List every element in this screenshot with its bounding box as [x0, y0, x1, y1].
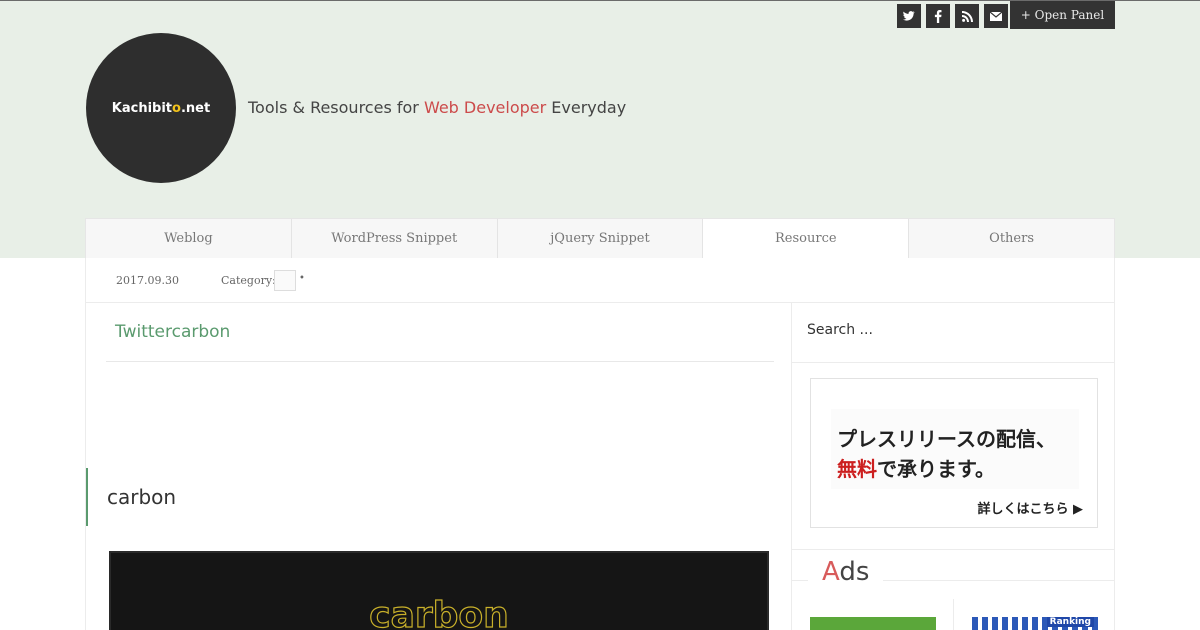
banner-line-2-rest: で承ります。 [877, 457, 995, 481]
category-label: Category: [221, 274, 276, 287]
tagline-highlight: Web Developer [423, 98, 547, 117]
ads-top-divider [792, 549, 1114, 550]
site-logo[interactable]: Kachibit o .net [86, 33, 236, 183]
category-badge[interactable] [274, 270, 296, 291]
site-tagline: Tools & Resources for Web Developer Ever… [248, 98, 626, 117]
ads-heading-initial: A [822, 557, 840, 587]
nav-tab-jquery-snippet[interactable]: jQuery Snippet [498, 219, 704, 258]
content-container: 2017.09.30 Category: • Twittercarbon car… [85, 258, 1115, 630]
sidebar: Search ... プレスリリースの配信、 無料で承ります。 詳しくはこちら … [792, 303, 1114, 630]
ads-column-divider [953, 599, 954, 630]
ads-heading-rest: ds [839, 557, 870, 587]
ads-heading: Ads [808, 557, 884, 587]
twitter-icon[interactable] [897, 4, 921, 28]
banner-line-2-highlight: 無料 [837, 457, 877, 481]
open-panel-button[interactable]: + Open Panel [1010, 1, 1115, 29]
mail-icon[interactable] [984, 4, 1008, 28]
logo-text-prefix: Kachibit [111, 100, 173, 116]
nav-tab-weblog[interactable]: Weblog [86, 219, 292, 258]
press-release-banner[interactable]: プレスリリースの配信、 無料で承ります。 詳しくはこちら ▶ [810, 378, 1098, 528]
post-title[interactable]: Twittercarbon [106, 320, 774, 362]
nav-tab-wordpress-snippet[interactable]: WordPress Snippet [292, 219, 498, 258]
post-screenshot[interactable]: carbon [109, 551, 769, 630]
tagline-after: Everyday [546, 98, 627, 117]
banner-line-1: プレスリリースの配信、 [837, 427, 1056, 451]
ad-slot-right[interactable]: Ranking [972, 617, 1098, 630]
banner-more-link[interactable]: 詳しくはこちら ▶ [977, 498, 1083, 517]
rss-icon[interactable] [955, 4, 979, 28]
post-meta: 2017.09.30 Category: • [86, 258, 1114, 303]
banner-line-2: 無料で承ります。 [837, 453, 995, 482]
section-heading: carbon [86, 468, 486, 526]
tagline-before: Tools & Resources for [248, 98, 424, 117]
ad-ranking-label: Ranking [1046, 617, 1094, 627]
ad-slot-left[interactable] [810, 617, 936, 630]
facebook-icon[interactable] [926, 4, 950, 28]
nav-tab-others[interactable]: Others [909, 219, 1114, 258]
post-date: 2017.09.30 [116, 274, 179, 287]
logo-text-suffix: .net [180, 100, 211, 116]
category-separator: • [299, 273, 305, 284]
screenshot-logo-text: carbon [369, 594, 510, 630]
main-content: Twittercarbon carbon carbon [86, 303, 792, 630]
nav-tab-resource[interactable]: Resource [703, 219, 910, 258]
logo-text-accent: o [172, 100, 181, 116]
search-input[interactable]: Search ... [792, 303, 1114, 363]
social-links [897, 4, 1008, 28]
main-nav: Weblog WordPress Snippet jQuery Snippet … [85, 218, 1115, 258]
